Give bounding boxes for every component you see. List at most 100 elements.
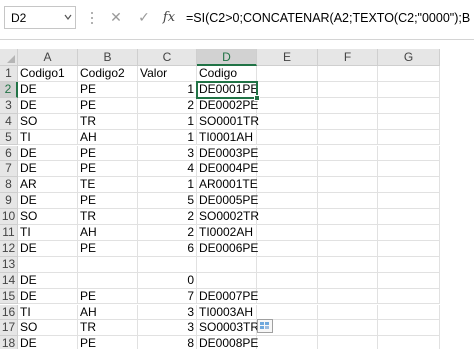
cell-a9[interactable]: DE bbox=[18, 193, 78, 210]
cell-g4[interactable] bbox=[378, 113, 440, 130]
cell-d7[interactable]: DE0004PE bbox=[197, 161, 258, 178]
cell-e8[interactable] bbox=[257, 177, 318, 194]
cell-f6[interactable] bbox=[318, 145, 378, 162]
cell-f18[interactable] bbox=[318, 336, 378, 349]
row-header[interactable]: 11 bbox=[0, 225, 18, 241]
row-header[interactable]: 4 bbox=[0, 113, 18, 130]
cell-d11[interactable]: TI0002AH bbox=[197, 225, 257, 241]
cell-b16[interactable]: AH bbox=[78, 304, 138, 321]
cell-g15[interactable] bbox=[378, 288, 440, 305]
row-header[interactable]: 1 bbox=[0, 66, 18, 82]
chevron-down-icon[interactable] bbox=[64, 13, 72, 21]
cell-c13[interactable] bbox=[138, 256, 197, 273]
select-all-button[interactable] bbox=[0, 49, 18, 66]
cell-d6[interactable]: DE0003PE bbox=[197, 145, 258, 162]
cell-d12[interactable]: DE0006PE bbox=[197, 240, 258, 257]
cell-f10[interactable] bbox=[318, 209, 378, 225]
cell-c8[interactable]: 1 bbox=[138, 177, 197, 194]
cell-a4[interactable]: SO bbox=[18, 113, 78, 130]
cell-f7[interactable] bbox=[318, 161, 378, 178]
cell-g12[interactable] bbox=[378, 240, 440, 257]
cell-e16[interactable] bbox=[257, 304, 318, 321]
cell-c15[interactable]: 7 bbox=[138, 288, 197, 305]
cell-f9[interactable] bbox=[318, 193, 378, 210]
cell-b4[interactable]: TR bbox=[78, 113, 138, 130]
row-header[interactable]: 15 bbox=[0, 288, 18, 305]
cell-g13[interactable] bbox=[378, 256, 440, 273]
fill-handle[interactable] bbox=[254, 94, 260, 101]
cell-a14[interactable]: DE bbox=[18, 272, 78, 289]
cell-g3[interactable] bbox=[378, 97, 440, 114]
cell-c16[interactable]: 3 bbox=[138, 304, 197, 321]
cell-g9[interactable] bbox=[378, 193, 440, 210]
cell-a3[interactable]: DE bbox=[18, 97, 78, 114]
cell-c10[interactable]: 2 bbox=[138, 209, 197, 225]
column-header-g[interactable]: G bbox=[378, 49, 440, 66]
cell-e11[interactable] bbox=[257, 225, 318, 241]
cell-a8[interactable]: AR bbox=[18, 177, 78, 194]
cell-f12[interactable] bbox=[318, 240, 378, 257]
row-header[interactable]: 17 bbox=[0, 320, 18, 337]
formula-input[interactable]: =SI(C2>0;CONCATENAR(A2;TEXTO(C2;"0000");… bbox=[186, 7, 470, 29]
cell-b18[interactable]: PE bbox=[78, 336, 138, 349]
row-header[interactable]: 2 bbox=[0, 81, 18, 98]
cell-d2[interactable]: DE0001PE bbox=[197, 81, 258, 98]
cell-a11[interactable]: TI bbox=[18, 225, 78, 241]
cell-d17[interactable]: SO0003TR bbox=[197, 320, 259, 337]
row-header[interactable]: 5 bbox=[0, 129, 18, 146]
cell-e13[interactable] bbox=[257, 256, 318, 273]
cell-e1[interactable] bbox=[257, 66, 318, 82]
row-header[interactable]: 8 bbox=[0, 177, 18, 194]
cell-b6[interactable]: PE bbox=[78, 145, 138, 162]
cell-e14[interactable] bbox=[257, 272, 318, 289]
cell-a5[interactable]: TI bbox=[18, 129, 78, 146]
cell-d18[interactable]: DE0008PE bbox=[197, 336, 258, 349]
cell-f3[interactable] bbox=[318, 97, 378, 114]
cell-a10[interactable]: SO bbox=[18, 209, 78, 225]
cell-b9[interactable]: PE bbox=[78, 193, 138, 210]
cell-g14[interactable] bbox=[378, 272, 440, 289]
cell-d9[interactable]: DE0005PE bbox=[197, 193, 258, 210]
cell-f11[interactable] bbox=[318, 225, 378, 241]
cell-d1[interactable]: Codigo bbox=[197, 66, 257, 82]
cell-b7[interactable]: PE bbox=[78, 161, 138, 178]
cell-f2[interactable] bbox=[318, 81, 378, 98]
row-header[interactable]: 6 bbox=[0, 145, 18, 162]
cell-c6[interactable]: 3 bbox=[138, 145, 197, 162]
cell-c7[interactable]: 4 bbox=[138, 161, 197, 178]
cell-d4[interactable]: SO0001TR bbox=[197, 113, 259, 130]
cell-e7[interactable] bbox=[257, 161, 318, 178]
cell-d5[interactable]: TI0001AH bbox=[197, 129, 257, 146]
cell-g2[interactable] bbox=[378, 81, 440, 98]
column-header-b[interactable]: B bbox=[78, 49, 138, 66]
cell-a17[interactable]: SO bbox=[18, 320, 78, 337]
cell-c3[interactable]: 2 bbox=[138, 97, 197, 114]
formula-bar-grip[interactable] bbox=[87, 8, 99, 28]
cell-f15[interactable] bbox=[318, 288, 378, 305]
cell-c1[interactable]: Valor bbox=[138, 66, 197, 82]
cell-g6[interactable] bbox=[378, 145, 440, 162]
row-header[interactable]: 14 bbox=[0, 272, 18, 289]
cell-a15[interactable]: DE bbox=[18, 288, 78, 305]
cell-b12[interactable]: PE bbox=[78, 240, 138, 257]
cell-e4[interactable] bbox=[257, 113, 318, 130]
quick-analysis-button[interactable] bbox=[257, 319, 273, 333]
cell-e18[interactable] bbox=[257, 336, 318, 349]
cell-a18[interactable]: DE bbox=[18, 336, 78, 349]
row-header[interactable]: 16 bbox=[0, 304, 18, 321]
cell-c5[interactable]: 1 bbox=[138, 129, 197, 146]
column-header-f[interactable]: F bbox=[318, 49, 378, 66]
cell-e5[interactable] bbox=[257, 129, 318, 146]
row-header[interactable]: 10 bbox=[0, 209, 18, 225]
cell-e15[interactable] bbox=[257, 288, 318, 305]
row-header[interactable]: 7 bbox=[0, 161, 18, 178]
cell-a13[interactable] bbox=[18, 256, 78, 273]
cell-b14[interactable] bbox=[78, 272, 138, 289]
cell-g5[interactable] bbox=[378, 129, 440, 146]
cell-b15[interactable]: PE bbox=[78, 288, 138, 305]
cell-d10[interactable]: SO0002TR bbox=[197, 209, 259, 225]
row-header[interactable]: 13 bbox=[0, 256, 18, 273]
cell-f8[interactable] bbox=[318, 177, 378, 194]
column-header-e[interactable]: E bbox=[257, 49, 318, 66]
cell-f14[interactable] bbox=[318, 272, 378, 289]
